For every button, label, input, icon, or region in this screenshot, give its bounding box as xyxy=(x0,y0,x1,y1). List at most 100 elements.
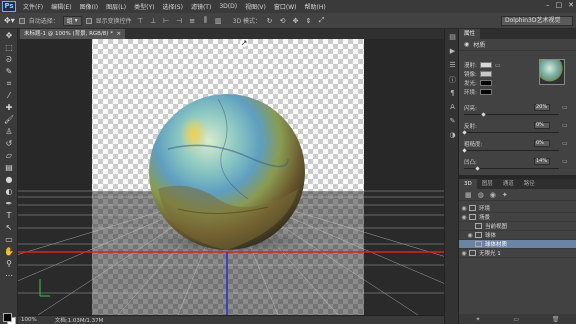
menu-type[interactable]: 类型(Y) xyxy=(130,2,158,11)
path-select-icon[interactable]: ↖ xyxy=(2,222,16,233)
shape-icon[interactable]: ▭ xyxy=(2,234,16,245)
bump-value[interactable]: 14% xyxy=(534,158,550,165)
shine-slider-track[interactable] xyxy=(464,114,559,115)
align-middle-icon[interactable]: ⊥ xyxy=(149,16,158,25)
marquee-icon[interactable]: ⬚ xyxy=(2,42,16,53)
visibility-eye-icon[interactable]: ◉ xyxy=(459,205,469,212)
info-icon[interactable]: ⓘ xyxy=(447,75,458,85)
tab-layers[interactable]: 图层 xyxy=(477,179,498,189)
delete-icon[interactable]: 🗑 xyxy=(552,316,560,323)
visibility-eye-icon[interactable]: ◉ xyxy=(459,214,469,221)
menu-select[interactable]: 选择(S) xyxy=(158,2,187,11)
blur-icon[interactable]: ● xyxy=(2,174,16,185)
tab-paths[interactable]: 路径 xyxy=(519,179,540,189)
material-preview-sphere[interactable] xyxy=(539,59,565,85)
align-left-icon[interactable]: ⊢ xyxy=(162,16,171,25)
maximize-button[interactable]: □ xyxy=(556,1,563,9)
gradient-icon[interactable]: ▤ xyxy=(2,162,16,173)
tab-properties[interactable]: 属性 xyxy=(459,29,481,39)
close-button[interactable]: ✕ xyxy=(568,1,574,9)
roughness-value[interactable]: 0% xyxy=(534,140,550,147)
orbit-3d-icon[interactable]: ↻ xyxy=(265,16,274,25)
quick-select-icon[interactable]: ✎ xyxy=(2,66,16,77)
menu-layer[interactable]: 图层(L) xyxy=(102,2,130,11)
auto-select-dropdown[interactable]: 组 ▾ xyxy=(62,15,82,26)
clone-stamp-icon[interactable]: ♙ xyxy=(2,126,16,137)
lasso-icon[interactable]: ᘐ xyxy=(2,54,16,65)
document-tab[interactable]: 未标题-1 @ 100% (背景, RGB/8) * × xyxy=(20,29,126,39)
eraser-icon[interactable]: ▱ xyxy=(2,150,16,161)
new-item-icon[interactable]: ▭ xyxy=(513,316,519,323)
light-filter-icon[interactable]: ✦ xyxy=(502,191,508,199)
move-icon[interactable]: ✥ xyxy=(2,30,16,41)
minimize-button[interactable]: – xyxy=(546,1,550,9)
slide-3d-icon[interactable]: ⇕ xyxy=(304,16,313,25)
visibility-eye-icon[interactable]: ◉ xyxy=(465,232,475,239)
bump-slider-knob[interactable] xyxy=(475,166,480,171)
paragraph-icon[interactable]: ¶ xyxy=(447,89,458,99)
folder-icon[interactable]: ▭ xyxy=(495,62,501,69)
menu-edit[interactable]: 编辑(E) xyxy=(47,2,75,11)
roughness-slider-knob[interactable] xyxy=(462,148,467,153)
zoom-icon[interactable]: ⚲ xyxy=(2,258,16,269)
align-top-icon[interactable]: ⊤ xyxy=(136,16,145,25)
visibility-eye-icon[interactable]: ◉ xyxy=(459,250,469,257)
folder-icon[interactable]: ▭ xyxy=(562,122,568,129)
list-item[interactable]: 当前视图 xyxy=(459,222,576,231)
properties-icon[interactable]: ☰ xyxy=(447,61,458,71)
list-item[interactable]: ◉ 球体 xyxy=(459,231,576,240)
list-item-selected[interactable]: 球体材质 xyxy=(459,240,576,249)
menu-help[interactable]: 帮助(H) xyxy=(301,2,330,11)
foreground-color-swatch[interactable] xyxy=(3,313,12,322)
history-icon[interactable]: ▤ xyxy=(447,33,458,43)
history-brush-icon[interactable]: ↺ xyxy=(2,138,16,149)
auto-align-icon[interactable]: ▥ xyxy=(214,16,223,25)
canvas-area[interactable] xyxy=(18,39,444,315)
dodge-icon[interactable]: ◐ xyxy=(2,186,16,197)
menu-window[interactable]: 窗口(W) xyxy=(270,2,301,11)
reflection-slider-track[interactable] xyxy=(464,132,559,133)
roll-3d-icon[interactable]: ⟲ xyxy=(278,16,287,25)
brush-presets-icon[interactable]: ✎ xyxy=(447,117,458,127)
folder-icon[interactable]: ▭ xyxy=(562,104,568,111)
menu-filter[interactable]: 滤镜(T) xyxy=(187,2,215,11)
shine-slider-knob[interactable] xyxy=(481,112,486,117)
scene-filter-icon[interactable]: ▦ xyxy=(465,191,472,199)
zoom-level[interactable]: 100% xyxy=(21,317,37,323)
folder-icon[interactable]: ▭ xyxy=(562,140,568,147)
adjustments-icon[interactable]: ◑ xyxy=(447,131,458,141)
diffuse-color-swatch[interactable] xyxy=(479,62,492,68)
distribute-horizontal-icon[interactable]: ⫼ xyxy=(201,16,210,25)
auto-select-checkbox[interactable] xyxy=(18,17,25,24)
hand-icon[interactable]: ✋ xyxy=(2,246,16,257)
pan-3d-icon[interactable]: ✥ xyxy=(291,16,300,25)
reflection-value[interactable]: 0% xyxy=(534,122,550,129)
actions-icon[interactable]: ▶ xyxy=(447,47,458,57)
align-center-icon[interactable]: ⊣ xyxy=(175,16,184,25)
type-icon[interactable]: T xyxy=(2,210,16,221)
crop-icon[interactable]: ⌗ xyxy=(2,78,16,89)
distribute-icon[interactable]: ≡ xyxy=(188,16,197,25)
illumination-color-swatch[interactable] xyxy=(479,80,492,86)
character-icon[interactable]: A xyxy=(447,103,458,113)
move-tool-icon[interactable]: ✥▾ xyxy=(4,16,15,25)
eyedropper-icon[interactable]: ⁄ xyxy=(2,90,16,101)
ambient-color-swatch[interactable] xyxy=(479,89,492,95)
add-light-icon[interactable]: ✦ xyxy=(475,316,480,323)
shine-value[interactable]: 20% xyxy=(534,104,550,111)
healing-brush-icon[interactable]: ✚ xyxy=(2,102,16,113)
list-item[interactable]: ◉ 无限光 1 xyxy=(459,249,576,258)
more-tools-icon[interactable]: ⋯ xyxy=(2,270,16,281)
mesh-filter-icon[interactable]: ◍ xyxy=(478,191,484,199)
specular-color-swatch[interactable] xyxy=(479,71,492,77)
view-arrow-icon[interactable] xyxy=(240,39,248,47)
list-item[interactable]: ◉ 环境 xyxy=(459,204,576,213)
tab-3d[interactable]: 3D xyxy=(459,179,477,189)
list-item[interactable]: ◉ 场景 xyxy=(459,213,576,222)
scale-3d-icon[interactable]: ⤢ xyxy=(317,16,326,25)
folder-icon[interactable]: ▭ xyxy=(562,158,568,165)
menu-image[interactable]: 图像(I) xyxy=(76,2,102,11)
menu-view[interactable]: 视图(V) xyxy=(241,2,270,11)
pen-icon[interactable]: ✒ xyxy=(2,198,16,209)
material-filter-icon[interactable]: ◉ xyxy=(490,191,496,199)
